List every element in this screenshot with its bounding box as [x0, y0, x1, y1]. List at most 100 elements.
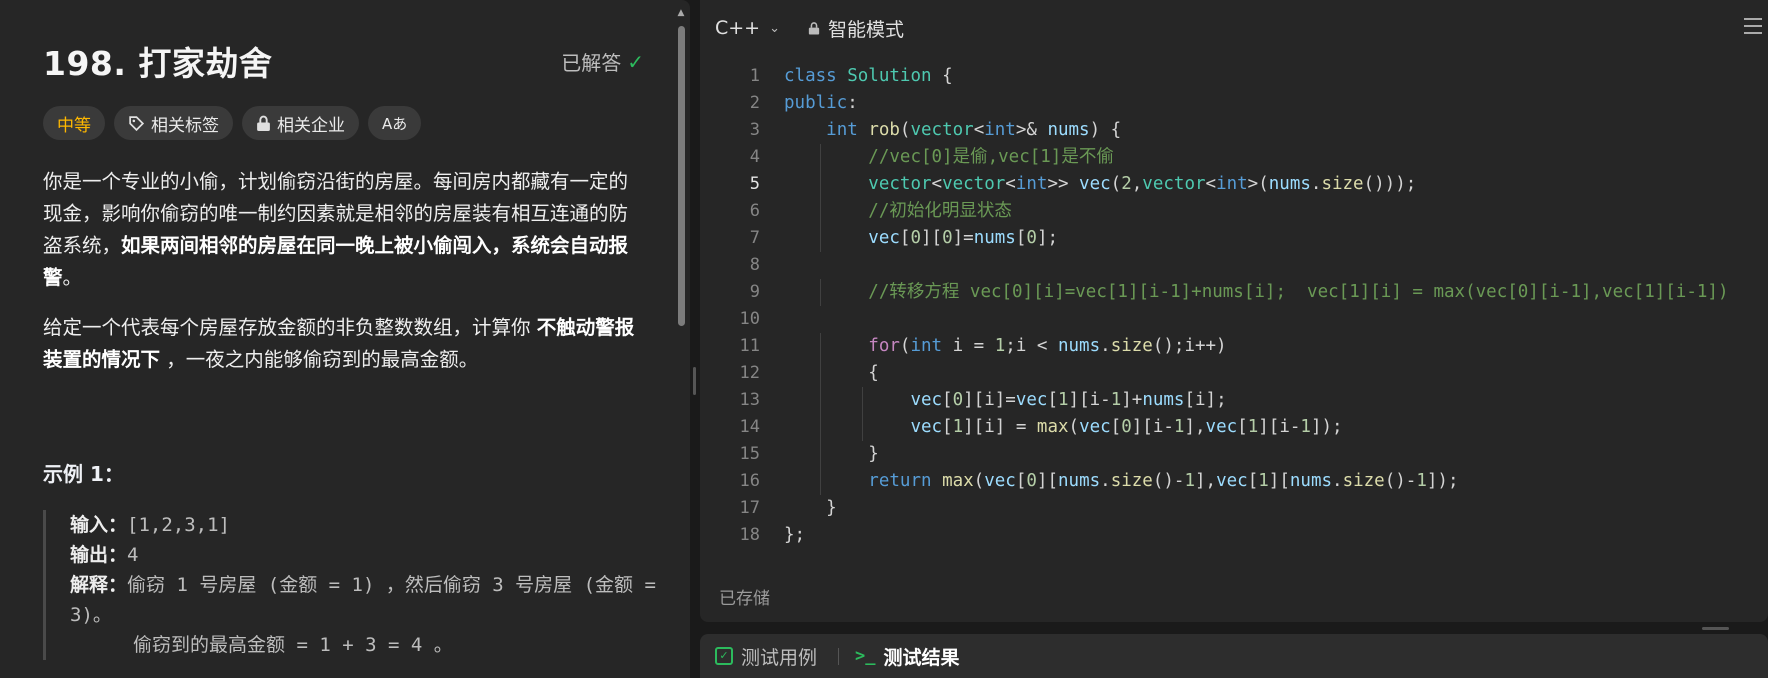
line-number: 8	[749, 255, 760, 275]
example-explanation-cont: 偷窃到的最高金额 = 1 + 3 = 4 。	[133, 634, 453, 656]
example-input: 输入：[1,2,3,1]	[70, 514, 230, 536]
test-panel: ✓ 测试用例 >_ 测试结果	[700, 634, 1768, 678]
terminal-icon: >_	[855, 646, 876, 666]
code-line[interactable]: 5 vector<vector<int>> vec(2,vector<int>(…	[700, 171, 1768, 198]
line-number: 11	[739, 336, 760, 356]
tab-testcase[interactable]: ✓ 测试用例	[715, 634, 817, 678]
code-text: };	[784, 525, 806, 545]
difficulty-label: 中等	[57, 115, 91, 136]
problem-description: 你是一个专业的小偷，计划偷窃沿街的房屋。每间房内都藏有一定的现金，影响你偷窃的唯…	[43, 166, 643, 394]
code-text: //vec[0]是偷,vec[1]是不偷	[868, 147, 1114, 167]
line-number: 13	[739, 390, 760, 410]
check-circle-icon: ✓	[627, 49, 644, 74]
solved-status: 已解答 ✓	[561, 47, 644, 76]
code-line[interactable]: 3 int rob(vector<int>& nums) {	[700, 117, 1768, 144]
code-text: {	[784, 363, 879, 383]
code-line[interactable]: 15 }	[700, 441, 1768, 468]
code-line[interactable]: 16 return max(vec[0][nums.size()-1],vec[…	[700, 468, 1768, 495]
companies-tag-label: 相关企业	[277, 115, 345, 136]
code-line[interactable]: 14 vec[1][i] = max(vec[0][i-1],vec[1][i-…	[700, 414, 1768, 441]
description-scrollbar[interactable]: ▲	[676, 8, 686, 678]
description-paragraph-1: 你是一个专业的小偷，计划偷窃沿街的房屋。每间房内都藏有一定的现金，影响你偷窃的唯…	[43, 170, 629, 289]
checkbox-icon: ✓	[715, 647, 733, 665]
tag-icon	[129, 115, 145, 131]
description-paragraph-2: 给定一个代表每个房屋存放金额的非负整数数组，计算你 不触动警报装置的情况下 ，一…	[43, 316, 635, 371]
scroll-up-icon[interactable]: ▲	[676, 8, 686, 20]
lock-icon	[257, 115, 270, 131]
line-number: 17	[739, 498, 760, 518]
smart-mode-toggle[interactable]: 智能模式	[808, 15, 904, 42]
line-number: 12	[739, 363, 760, 383]
code-text: //转移方程 vec[0][i]=vec[1][i-1]+nums[i]; ve…	[868, 282, 1729, 302]
saved-status: 已存储	[719, 589, 770, 609]
translate-icon: Aあ	[382, 114, 408, 133]
line-number: 2	[749, 93, 760, 113]
horizontal-splitter-grip[interactable]	[1702, 627, 1729, 630]
line-number: 6	[749, 201, 760, 221]
line-number: 5	[749, 174, 760, 194]
difficulty-badge: 中等	[43, 106, 105, 140]
line-number: 9	[749, 282, 760, 302]
editor-toolbar: C++ ⌄ 智能模式	[700, 0, 1768, 56]
code-line[interactable]: 13 vec[0][i]=vec[1][i-1]+nums[i];	[700, 387, 1768, 414]
line-number: 15	[739, 444, 760, 464]
line-number: 1	[749, 66, 760, 86]
code-line[interactable]: 17 }	[700, 495, 1768, 522]
code-line[interactable]: 4 //vec[0]是偷,vec[1]是不偷	[700, 144, 1768, 171]
line-number: 16	[739, 471, 760, 491]
code-text: vec[1][i] = max(vec[0][i-1],vec[1][i-1])…	[910, 417, 1343, 437]
code-line[interactable]: 8	[700, 252, 1768, 279]
code-editor-panel: C++ ⌄ 智能模式 1 class Solution { 2 public: 3 in…	[700, 0, 1768, 630]
code-text: vec[0][0]=nums[0];	[868, 228, 1059, 248]
line-number: 10	[739, 309, 760, 329]
code-line[interactable]: 1 class Solution {	[700, 63, 1768, 90]
code-line[interactable]: 9 //转移方程 vec[0][i]=vec[1][i-1]+nums[i]; …	[700, 279, 1768, 306]
code-text: vector<vector<int>> vec(2,vector<int>(nu…	[868, 174, 1417, 194]
tab-test-result[interactable]: >_ 测试结果	[855, 634, 960, 678]
line-number: 3	[749, 120, 760, 140]
code-line[interactable]: 18};	[700, 522, 1768, 549]
topics-tag-label: 相关标签	[151, 115, 219, 136]
line-number: 7	[749, 228, 760, 248]
code-line[interactable]: 2 public:	[700, 90, 1768, 117]
companies-tag-button[interactable]: 相关企业	[242, 106, 359, 140]
example-heading: 示例 1：	[43, 462, 124, 486]
smart-mode-label: 智能模式	[828, 18, 905, 41]
code-line[interactable]: 10	[700, 306, 1768, 333]
language-label: C++	[715, 17, 761, 39]
description-content: 198. 打家劫舍 已解答 ✓ 中等 相关标签 相关企业 Aあ 你是一个专业的小…	[0, 0, 674, 678]
example-block: 输入：[1,2,3,1] 输出：4 解释：偷窃 1 号房屋 (金额 = 1) ，…	[43, 510, 670, 660]
title-row: 198. 打家劫舍 已解答 ✓	[43, 37, 654, 83]
code-line[interactable]: 6 //初始化明显状态	[700, 198, 1768, 225]
code-text: vec[0][i]=vec[1][i-1]+nums[i];	[910, 390, 1227, 410]
example-explanation: 解释：偷窃 1 号房屋 (金额 = 1) ，然后偷窃 3 号房屋 (金额 = 3…	[70, 574, 656, 626]
code-text: }	[784, 498, 837, 518]
tab-divider	[838, 648, 839, 665]
tag-row: 中等 相关标签 相关企业 Aあ	[43, 106, 422, 140]
line-number: 14	[739, 417, 760, 437]
code-line[interactable]: 12 {	[700, 360, 1768, 387]
language-select[interactable]: C++ ⌄	[715, 17, 780, 39]
splitter-grip[interactable]	[693, 367, 696, 395]
editor-menu-icon[interactable]	[1744, 18, 1762, 39]
code-line[interactable]: 7 vec[0][0]=nums[0];	[700, 225, 1768, 252]
solved-label: 已解答	[561, 51, 622, 75]
code-line[interactable]: 11 for(int i = 1;i < nums.size();i++)	[700, 333, 1768, 360]
description-panel: 198. 打家劫舍 已解答 ✓ 中等 相关标签 相关企业 Aあ 你是一个专业的小…	[0, 0, 690, 678]
code-text: }	[784, 444, 879, 464]
tab-testcase-label: 测试用例	[741, 646, 818, 669]
code-text: public:	[784, 93, 858, 113]
topics-tag-button[interactable]: 相关标签	[114, 106, 233, 140]
code-text: class Solution {	[784, 66, 953, 86]
example-output: 输出：4	[70, 544, 139, 566]
code-text: for(int i = 1;i < nums.size();i++)	[868, 336, 1227, 356]
code-text: return max(vec[0][nums.size()-1],vec[1][…	[868, 471, 1459, 491]
vertical-splitter[interactable]	[690, 0, 700, 678]
scrollbar-thumb[interactable]	[678, 26, 685, 326]
code-text: //初始化明显状态	[868, 201, 1012, 221]
line-number: 18	[739, 525, 760, 545]
chevron-down-icon: ⌄	[769, 20, 781, 36]
line-number: 4	[749, 147, 760, 167]
font-size-button[interactable]: Aあ	[368, 106, 422, 140]
code-area[interactable]: 1 class Solution { 2 public: 3 int rob(vecto…	[700, 63, 1768, 549]
